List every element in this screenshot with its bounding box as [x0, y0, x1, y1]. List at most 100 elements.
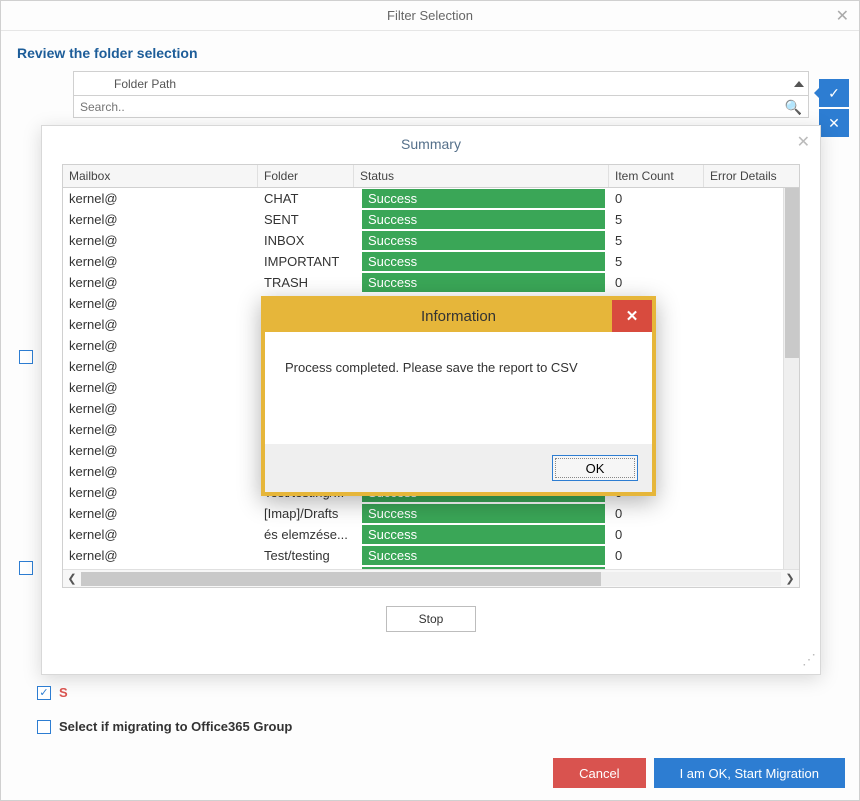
cell-count: 0	[609, 504, 704, 523]
status-badge: Success	[362, 189, 605, 208]
cell-mailbox: kernel@	[63, 378, 258, 397]
start-migration-button[interactable]: I am OK, Start Migration	[654, 758, 845, 788]
scrollbar-thumb[interactable]	[785, 188, 799, 358]
cell-mailbox: kernel@	[63, 189, 258, 208]
cell-count: 5	[609, 231, 704, 250]
check-all-badge[interactable]: ✓	[819, 79, 849, 107]
cell-error	[704, 428, 783, 432]
cell-folder: IMPORTANT	[258, 252, 354, 271]
summary-title: Summary	[401, 136, 461, 152]
cell-count: 5	[609, 210, 704, 229]
col-item-count[interactable]: Item Count	[609, 165, 704, 187]
table-row[interactable]: kernel@Test/testing Success0	[63, 545, 783, 566]
information-dialog: Information ✕ Process completed. Please …	[261, 296, 656, 496]
cell-count: 0	[609, 273, 704, 292]
cell-mailbox: kernel@	[63, 210, 258, 229]
cell-error	[704, 386, 783, 390]
vertical-scrollbar[interactable]	[783, 188, 799, 569]
cell-error	[704, 281, 783, 285]
table-row[interactable]: kernel@INBOXSuccess5	[63, 230, 783, 251]
col-mailbox[interactable]: Mailbox	[63, 165, 258, 187]
cancel-button[interactable]: Cancel	[553, 758, 645, 788]
stop-button[interactable]: Stop	[386, 606, 476, 632]
status-badge: Success	[362, 210, 605, 229]
cell-error	[704, 323, 783, 327]
cell-mailbox: kernel@	[63, 399, 258, 418]
horizontal-scrollbar[interactable]: ❮ ❯	[63, 569, 799, 587]
uncheck-all-badge[interactable]: ✕	[819, 109, 849, 137]
ok-button[interactable]: OK	[552, 455, 638, 481]
footer: Cancel I am OK, Start Migration	[553, 758, 845, 788]
summary-titlebar: Summary ✕	[42, 126, 820, 160]
table-row[interactable]: kernel@és elemzése... Success0	[63, 524, 783, 545]
checkbox-red[interactable]	[37, 686, 51, 700]
search-icon[interactable]: 🔍	[785, 99, 802, 116]
cell-mailbox: kernel@	[63, 546, 258, 565]
search-input[interactable]	[74, 98, 808, 116]
cell-mailbox: kernel@	[63, 441, 258, 460]
table-row[interactable]: kernel@CHAT Success0	[63, 188, 783, 209]
cell-count: 0	[609, 546, 704, 565]
info-titlebar: Information ✕	[265, 300, 652, 332]
summary-close-icon[interactable]: ✕	[797, 132, 810, 152]
cell-count: 5	[609, 252, 704, 271]
sort-asc-icon[interactable]	[794, 81, 804, 87]
cell-folder: CHAT	[258, 189, 354, 208]
option-red-label: S	[59, 685, 68, 700]
table-row[interactable]: kernel@SENTSuccess5	[63, 209, 783, 230]
cell-error	[704, 218, 783, 222]
cell-error	[704, 197, 783, 201]
option-office365[interactable]: Select if migrating to Office365 Group	[37, 719, 292, 734]
cell-error	[704, 344, 783, 348]
status-badge: Success	[362, 273, 605, 292]
cell-folder: Test/testing	[258, 546, 354, 565]
table-row[interactable]: kernel@TRASH Success0	[63, 272, 783, 293]
status-badge: Success	[362, 525, 605, 544]
option-red[interactable]: S	[37, 685, 68, 700]
table-row[interactable]: kernel@IMPORTANT Success5	[63, 251, 783, 272]
scroll-right-icon[interactable]: ❯	[781, 570, 799, 588]
cell-mailbox: kernel@	[63, 525, 258, 544]
hscroll-track[interactable]	[81, 572, 781, 586]
cell-mailbox: kernel@	[63, 462, 258, 481]
cell-status: Success	[354, 270, 609, 295]
resize-grip-icon[interactable]: ⋰	[802, 651, 814, 668]
option-office365-label: Select if migrating to Office365 Group	[59, 719, 292, 734]
cell-count: 0	[609, 189, 704, 208]
status-badge: Success	[362, 231, 605, 250]
side-toggles: ✓ ✕	[819, 79, 849, 139]
scroll-left-icon[interactable]: ❮	[63, 570, 81, 588]
cell-error	[704, 533, 783, 537]
checkbox-s[interactable]	[19, 561, 33, 575]
cell-mailbox: kernel@	[63, 231, 258, 250]
cell-error	[704, 407, 783, 411]
hscroll-thumb[interactable]	[81, 572, 601, 586]
grid-header: Mailbox Folder Status Item Count Error D…	[63, 165, 799, 188]
cell-folder: és elemzése...	[258, 525, 354, 544]
cell-mailbox: kernel@	[63, 273, 258, 292]
col-folder[interactable]: Folder	[258, 165, 354, 187]
info-title: Information	[421, 308, 496, 325]
cell-mailbox: kernel@	[63, 504, 258, 523]
cell-error	[704, 512, 783, 516]
col-status[interactable]: Status	[354, 165, 609, 187]
checkbox-d[interactable]	[19, 350, 33, 364]
cell-mailbox: kernel@	[63, 252, 258, 271]
status-badge: Success	[362, 504, 605, 523]
status-badge: Success	[362, 546, 605, 565]
close-icon[interactable]: ✕	[836, 6, 849, 26]
info-close-button[interactable]: ✕	[612, 300, 652, 332]
cell-mailbox: kernel@	[63, 336, 258, 355]
checkbox-office365[interactable]	[37, 720, 51, 734]
table-row[interactable]: kernel@[Imap]/Drafts Success0	[63, 503, 783, 524]
cell-mailbox: kernel@	[63, 357, 258, 376]
cell-folder: [Imap]/Drafts	[258, 504, 354, 523]
col-error[interactable]: Error Details	[704, 165, 799, 187]
cell-error	[704, 239, 783, 243]
cell-count: 0	[609, 525, 704, 544]
cell-folder: TRASH	[258, 273, 354, 292]
status-badge: Success	[362, 252, 605, 271]
cell-mailbox: kernel@	[63, 294, 258, 313]
cell-error	[704, 449, 783, 453]
folder-path-header[interactable]: Folder Path	[73, 71, 809, 96]
